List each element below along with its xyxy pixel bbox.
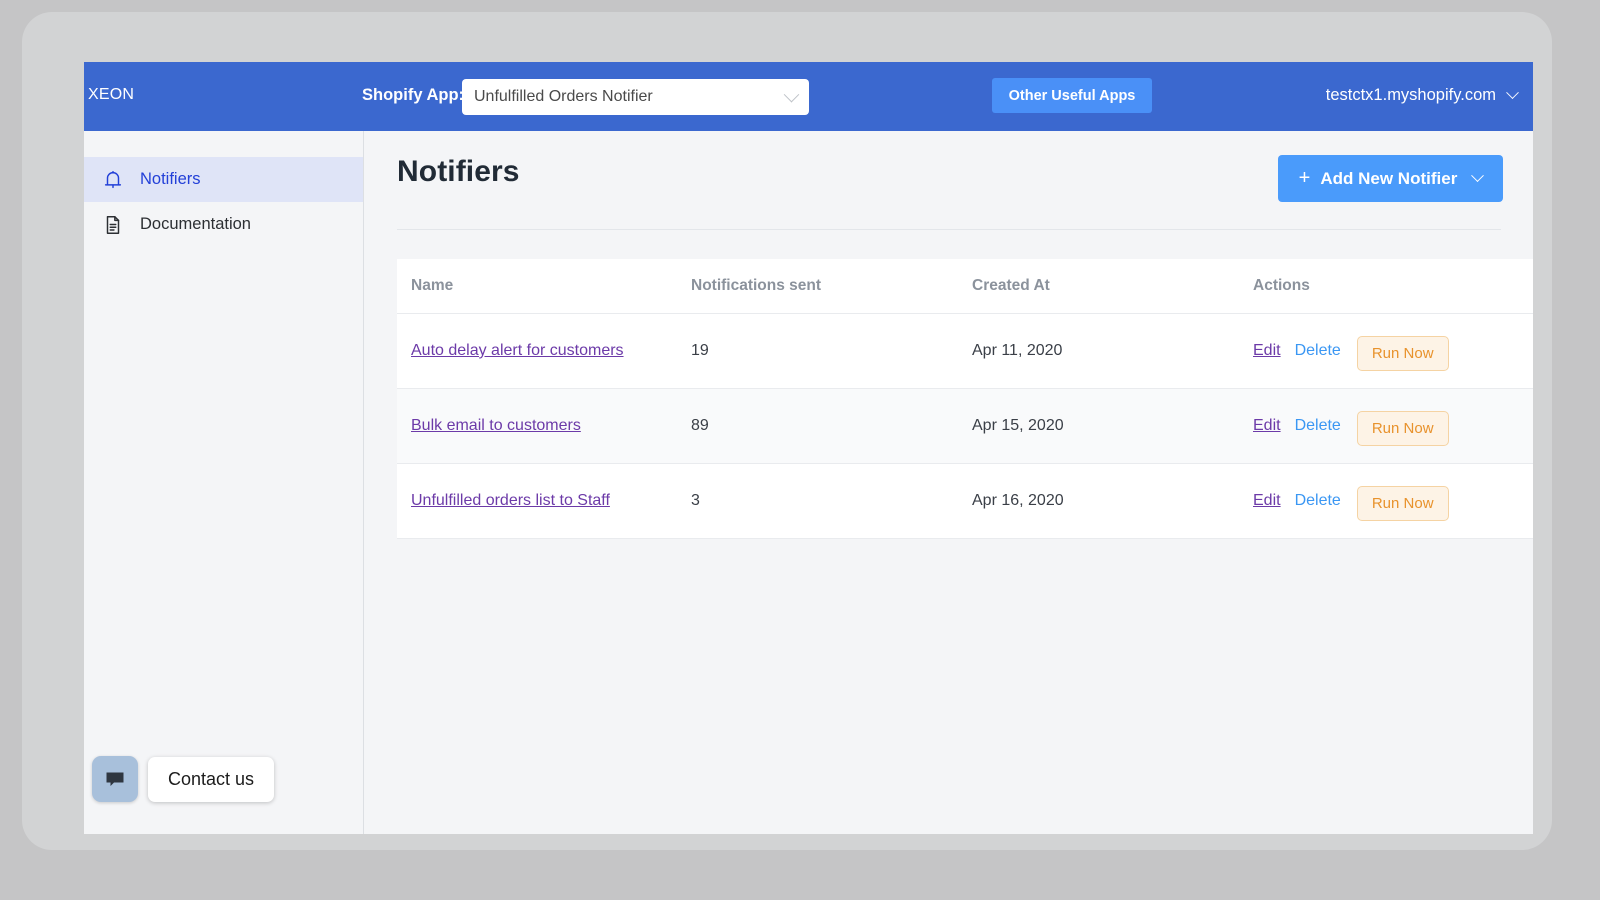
column-header-created-at: Created At	[972, 277, 1050, 294]
chat-launcher-button[interactable]	[92, 756, 138, 802]
main-content: Notifiers + Add New Notifier Name Notifi…	[365, 131, 1533, 834]
table-row: Unfulfilled orders list to Staff 3 Apr 1…	[397, 464, 1533, 539]
other-useful-apps-button[interactable]: Other Useful Apps	[992, 78, 1152, 113]
notifiers-table: Name Notifications sent Created At Actio…	[397, 259, 1533, 539]
cell-notifications-sent: 89	[691, 417, 709, 434]
cell-created-at: Apr 15, 2020	[972, 417, 1064, 434]
delete-link[interactable]: Delete	[1295, 342, 1341, 360]
sidebar-item-label: Documentation	[140, 215, 251, 233]
shopify-app-label: Shopify App:	[362, 86, 465, 104]
cell-notifications-sent: 19	[691, 342, 709, 359]
delete-link[interactable]: Delete	[1295, 492, 1341, 510]
chevron-down-icon	[1471, 169, 1485, 183]
document-icon	[106, 215, 120, 234]
delete-link[interactable]: Delete	[1295, 417, 1341, 435]
notifier-name-link[interactable]: Auto delay alert for customers	[411, 342, 624, 359]
plus-icon: +	[1298, 167, 1311, 189]
table-header-row: Name Notifications sent Created At Actio…	[397, 259, 1533, 314]
column-header-name: Name	[411, 277, 454, 294]
shop-account-menu[interactable]: testctx1.myshopify.com	[1325, 86, 1519, 105]
contact-us-widget: Contact us	[92, 756, 275, 802]
chevron-down-icon	[783, 86, 800, 102]
notifier-name-link[interactable]: Bulk email to customers	[411, 417, 581, 434]
cell-created-at: Apr 16, 2020	[972, 492, 1064, 509]
cell-actions: Edit Delete Run Now	[1253, 407, 1519, 446]
table-row: Auto delay alert for customers 19 Apr 11…	[397, 314, 1533, 389]
column-header-actions: Actions	[1253, 277, 1310, 294]
table-row: Bulk email to customers 89 Apr 15, 2020 …	[397, 389, 1533, 464]
cell-name: Unfulfilled orders list to Staff	[397, 492, 691, 510]
run-now-button[interactable]: Run Now	[1356, 485, 1449, 521]
bell-icon	[104, 170, 122, 188]
sidebar-item-documentation[interactable]: Documentation	[84, 202, 363, 247]
run-now-button[interactable]: Run Now	[1356, 335, 1449, 371]
brand-logo: XEON	[88, 86, 135, 103]
sidebar: Notifiers Documentation Contact us	[84, 131, 364, 834]
chat-bubble-icon	[106, 772, 124, 786]
shopify-app-select[interactable]: Unfulfilled Orders Notifier	[462, 79, 809, 115]
edit-link[interactable]: Edit	[1253, 492, 1281, 510]
edit-link[interactable]: Edit	[1253, 342, 1281, 360]
edit-link[interactable]: Edit	[1253, 417, 1281, 435]
cell-actions: Edit Delete Run Now	[1253, 482, 1519, 521]
sidebar-item-notifiers[interactable]: Notifiers	[84, 157, 363, 202]
cell-created-at: Apr 11, 2020	[972, 342, 1063, 359]
top-navigation-bar: XEON Shopify App: Unfulfilled Orders Not…	[84, 62, 1533, 131]
chevron-down-icon	[1506, 86, 1519, 100]
contact-us-label[interactable]: Contact us	[148, 756, 275, 802]
run-now-button[interactable]: Run Now	[1356, 410, 1449, 446]
shop-domain-label: testctx1.myshopify.com	[1325, 86, 1496, 104]
device-frame: XEON Shopify App: Unfulfilled Orders Not…	[22, 12, 1552, 850]
add-new-notifier-button[interactable]: + Add New Notifier	[1278, 155, 1503, 202]
page-title: Notifiers	[397, 155, 520, 188]
cell-name: Bulk email to customers	[397, 417, 691, 435]
notifier-name-link[interactable]: Unfulfilled orders list to Staff	[411, 492, 610, 509]
app-window: XEON Shopify App: Unfulfilled Orders Not…	[84, 62, 1533, 834]
title-divider	[397, 229, 1501, 230]
cell-actions: Edit Delete Run Now	[1253, 332, 1519, 371]
cell-name: Auto delay alert for customers	[397, 342, 691, 360]
cell-notifications-sent: 3	[691, 492, 700, 509]
add-new-notifier-label: Add New Notifier	[1320, 168, 1458, 188]
sidebar-item-label: Notifiers	[140, 170, 201, 188]
column-header-notifications-sent: Notifications sent	[691, 277, 822, 294]
shopify-app-select-value: Unfulfilled Orders Notifier	[474, 88, 653, 105]
